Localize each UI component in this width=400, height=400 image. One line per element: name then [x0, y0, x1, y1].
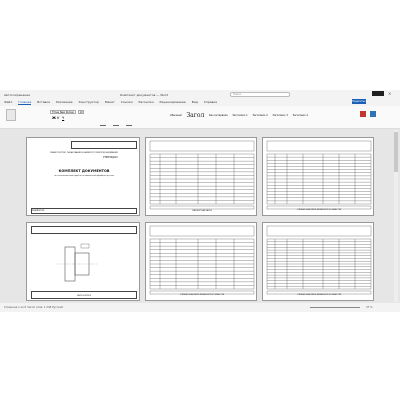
search-input[interactable]: Поиск [230, 92, 290, 97]
status-bar: Страница 1 из 6 Число слов: 1 248 Русски… [0, 303, 400, 312]
style-heading2[interactable]: Заголовок 2 [252, 114, 267, 117]
page-6[interactable]: ОПЕРАЦИОННАЯ КАРТА МЕХАНИЧЕСКОЙ ОБРАБОТК… [262, 222, 374, 301]
page-3[interactable]: ОПЕРАЦИОННАЯ КАРТА МЕХАНИЧЕСКОЙ ОБРАБОТК… [262, 137, 374, 216]
page-2[interactable]: МАРШРУТНАЯ КАРТА [145, 137, 257, 216]
document-title: Комплект документов — Word [120, 93, 169, 97]
form-header-block [149, 140, 255, 152]
form-header-block [149, 225, 255, 237]
page-4[interactable]: КАРТА ЭСКИЗОВ [26, 222, 140, 301]
tab-9[interactable]: Вид [192, 100, 198, 105]
page1-bottom-table [31, 208, 137, 214]
editor-icon[interactable] [370, 111, 376, 117]
tab-0[interactable]: Файл [4, 100, 12, 105]
tab-5[interactable]: Макет [105, 100, 115, 105]
style-heading4[interactable]: Заголовок 4 [293, 114, 308, 117]
paste-icon[interactable] [6, 109, 16, 121]
style-normal[interactable]: Обычный [170, 114, 182, 117]
page1-stamp-table [71, 141, 137, 149]
style-heading1[interactable]: Заголовок 1 [232, 114, 247, 117]
page1-approve: УТВЕРЖДАЮ [103, 156, 118, 159]
page1-subtitle: на технологический процесс механической … [54, 175, 114, 177]
style-nospacing[interactable]: Без интервала [209, 114, 228, 117]
status-left: Страница 1 из 6 Число слов: 1 248 Русски… [4, 306, 63, 309]
tab-2[interactable]: Вставка [37, 100, 50, 105]
page2-footer: МАРШРУТНАЯ КАРТА [192, 210, 212, 212]
tab-1[interactable]: Главная [18, 100, 32, 105]
close-icon[interactable]: × [388, 91, 391, 96]
tab-6[interactable]: Ссылки [121, 100, 133, 105]
zoom-level: 37 % [366, 306, 373, 309]
tab-8[interactable]: Рецензирование [160, 100, 186, 105]
style-heading-large[interactable]: Загол [186, 112, 204, 119]
page5-footer: ОПЕРАЦИОННАЯ КАРТА МЕХАНИЧЕСКОЙ ОБРАБОТК… [179, 295, 225, 296]
italic-button[interactable]: К [57, 116, 59, 120]
page6-footer: ОПЕРАЦИОННАЯ КАРТА МЕХАНИЧЕСКОЙ ОБРАБОТК… [296, 295, 342, 296]
page-5[interactable]: ОПЕРАЦИОННАЯ КАРТА МЕХАНИЧЕСКОЙ ОБРАБОТК… [145, 222, 257, 301]
ribbon-home: Times New Roman 10 Ж К Ч Обычный Загол Б… [0, 106, 400, 129]
tab-7[interactable]: Рассылки [139, 100, 154, 105]
style-heading3[interactable]: Заголовок 3 [273, 114, 288, 117]
vertical-scrollbar[interactable] [394, 130, 398, 302]
form-footer-strip [149, 290, 255, 295]
font-size-select[interactable]: 10 [78, 110, 84, 114]
form-footer-strip [266, 290, 372, 295]
form-header-block [266, 140, 372, 152]
form-footer-strip [266, 205, 372, 210]
page6-table-svg [266, 225, 372, 295]
paragraph-group [100, 111, 150, 126]
form-footer-strip [149, 205, 255, 210]
underline-button[interactable]: Ч [62, 116, 64, 120]
designer-icon[interactable] [360, 111, 366, 117]
styles-gallery: Обычный Загол Без интервала Заголовок 1 … [170, 112, 350, 122]
ribbon-tabs: Файл Главная Вставка Рисование Конструктор Ма… [0, 99, 400, 106]
bold-button[interactable]: Ж [52, 116, 56, 120]
autosave-label[interactable]: Автосохранение [4, 93, 30, 97]
tab-10[interactable]: Справка [204, 100, 217, 105]
page1-title: КОМПЛЕКТ ДОКУМЕНТОВ [58, 169, 110, 173]
page2-table-svg [149, 140, 255, 210]
page5-table-svg [149, 225, 255, 295]
page3-footer: ОПЕРАЦИОННАЯ КАРТА МЕХАНИЧЕСКОЙ ОБРАБОТК… [296, 210, 342, 211]
font-name-select[interactable]: Times New Roman [50, 110, 76, 114]
title-bar: Автосохранение Комплект документов — Wor… [0, 90, 400, 99]
scrollbar-thumb[interactable] [394, 132, 398, 172]
tab-3[interactable]: Рисование [56, 100, 73, 105]
account-button[interactable] [372, 91, 384, 96]
zoom-slider[interactable] [310, 307, 360, 308]
page4-footer: КАРТА ЭСКИЗОВ [77, 296, 91, 297]
page4-header-table [31, 226, 137, 234]
page3-table-svg [266, 140, 372, 210]
page-1[interactable]: МИНИСТЕРСТВО ОБРАЗОВАНИЯ И НАУКИ РОССИЙС… [26, 137, 140, 216]
page1-header: МИНИСТЕРСТВО ОБРАЗОВАНИЯ И НАУКИ РОССИЙС… [50, 152, 118, 154]
part-sketch [57, 243, 97, 282]
tab-4[interactable]: Конструктор [79, 100, 99, 105]
share-button[interactable]: Поделиться [352, 99, 367, 104]
form-header-block [266, 225, 372, 237]
